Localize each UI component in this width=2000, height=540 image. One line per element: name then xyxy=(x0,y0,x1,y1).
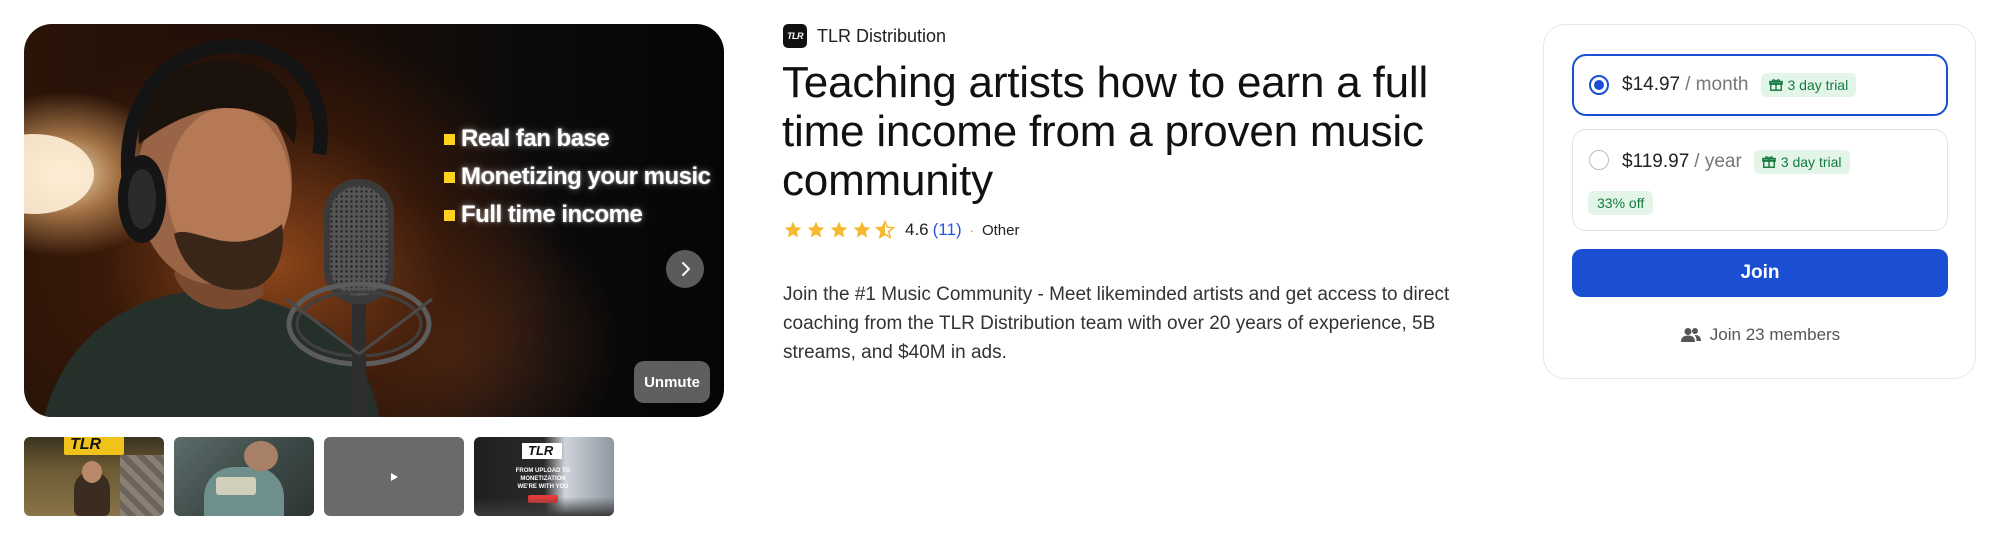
chevron-right-icon xyxy=(682,262,690,276)
next-slide-button[interactable] xyxy=(666,250,704,288)
star-rating xyxy=(783,220,895,240)
tlr-logo: TLR xyxy=(64,437,124,455)
users-icon xyxy=(1680,328,1701,342)
tlr-logo: TLR xyxy=(522,443,562,459)
thumbnail-4[interactable]: TLR FROM UPLOAD TO MONETIZATION WE'RE WI… xyxy=(474,437,614,516)
group-description: Join the #1 Music Community - Meet likem… xyxy=(783,284,1450,363)
plan-period: / year xyxy=(1694,151,1742,172)
page-title: Teaching artists how to earn a full time… xyxy=(782,58,1429,205)
thumbnail-2[interactable] xyxy=(174,437,314,516)
category-link[interactable]: Other xyxy=(982,222,1020,239)
star-full-icon xyxy=(807,221,825,238)
thumbnail-3-video[interactable] xyxy=(324,437,464,516)
thumbnail-1[interactable]: TLR xyxy=(24,437,164,516)
group-logo: TLR xyxy=(783,24,807,48)
plan-period: / month xyxy=(1685,74,1749,95)
star-half-icon xyxy=(875,220,895,240)
bullet-square-icon xyxy=(444,133,455,145)
play-icon xyxy=(391,472,398,481)
group-owner[interactable]: TLR TLR Distribution xyxy=(783,24,946,48)
trial-badge: 3 day trial xyxy=(1753,150,1850,174)
star-full-icon xyxy=(784,221,802,238)
gift-icon xyxy=(1768,79,1783,91)
plan-price: $119.97 xyxy=(1622,151,1690,172)
media-player[interactable]: Real fan base Monetizing your music Full… xyxy=(24,24,724,417)
unmute-button[interactable]: Unmute xyxy=(634,361,710,403)
bullet-item: Full time income xyxy=(444,196,711,234)
bullet-square-icon xyxy=(444,209,455,221)
plan-price: $14.97 xyxy=(1622,74,1681,95)
plan-option-yearly[interactable]: $119.97 / year 3 day trial 33% off xyxy=(1572,129,1948,231)
pricing-card: $14.97 / month 3 day trial $119.97 / yea… xyxy=(1543,24,1976,379)
bullet-item: Monetizing your music xyxy=(444,158,711,196)
video-bullet-list: Real fan base Monetizing your music Full… xyxy=(444,120,711,234)
media-thumbnails: TLR TLR FROM UPLOAD TO MONETIZATION WE'R… xyxy=(24,437,614,516)
rating-summary: 4.6 (11) · Other xyxy=(783,219,1019,241)
group-name: TLR Distribution xyxy=(817,25,947,46)
bullet-item: Real fan base xyxy=(444,120,711,158)
join-button[interactable]: Join xyxy=(1572,249,1948,297)
rating-value: 4.6 xyxy=(905,220,929,239)
star-full-icon xyxy=(830,221,848,238)
radio-unselected-icon[interactable] xyxy=(1589,150,1609,170)
discount-badge: 33% off xyxy=(1588,191,1654,215)
members-count: Join 23 members xyxy=(1544,325,1977,345)
star-full-icon xyxy=(853,221,871,238)
separator-dot: · xyxy=(969,222,974,238)
bullet-square-icon xyxy=(444,171,455,183)
plan-option-monthly[interactable]: $14.97 / month 3 day trial xyxy=(1572,54,1948,116)
rating-count-link[interactable]: (11) xyxy=(933,220,962,240)
members-label: Join 23 members xyxy=(1709,325,1841,344)
gift-icon xyxy=(1761,156,1776,168)
trial-badge: 3 day trial xyxy=(1760,73,1857,97)
radio-selected-icon[interactable] xyxy=(1589,75,1609,95)
